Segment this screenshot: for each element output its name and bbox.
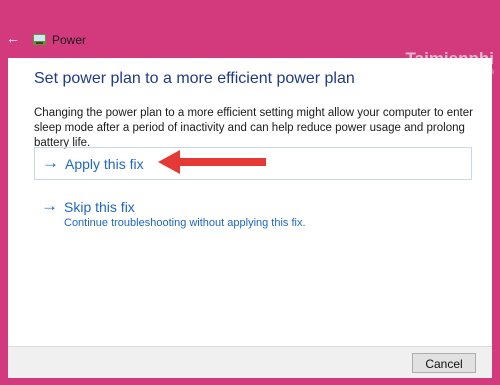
page-title: Set power plan to a more efficient power… — [34, 70, 355, 87]
apply-fix-label: Apply this fix — [65, 156, 144, 172]
arrow-right-icon: → — [42, 153, 59, 172]
skip-fix-subtext: Continue troubleshooting without applyin… — [64, 217, 306, 229]
back-arrow-icon[interactable]: ← — [6, 30, 20, 46]
description-text: Changing the power plan to a more effici… — [34, 107, 473, 149]
arrow-right-icon: → — [41, 196, 58, 215]
title-bar: ← Power — [0, 0, 500, 58]
dialog-footer: Cancel — [8, 346, 492, 378]
window-title: Power — [52, 33, 87, 47]
red-pointer-arrow-icon — [158, 150, 266, 174]
power-options-icon — [33, 34, 46, 45]
skip-fix-label: Skip this fix — [64, 199, 135, 215]
skip-fix-option[interactable]: → Skip this fix Continue troubleshooting… — [34, 193, 472, 233]
cancel-button[interactable]: Cancel — [412, 353, 476, 373]
dialog-content: Set power plan to a more efficient power… — [8, 58, 492, 378]
